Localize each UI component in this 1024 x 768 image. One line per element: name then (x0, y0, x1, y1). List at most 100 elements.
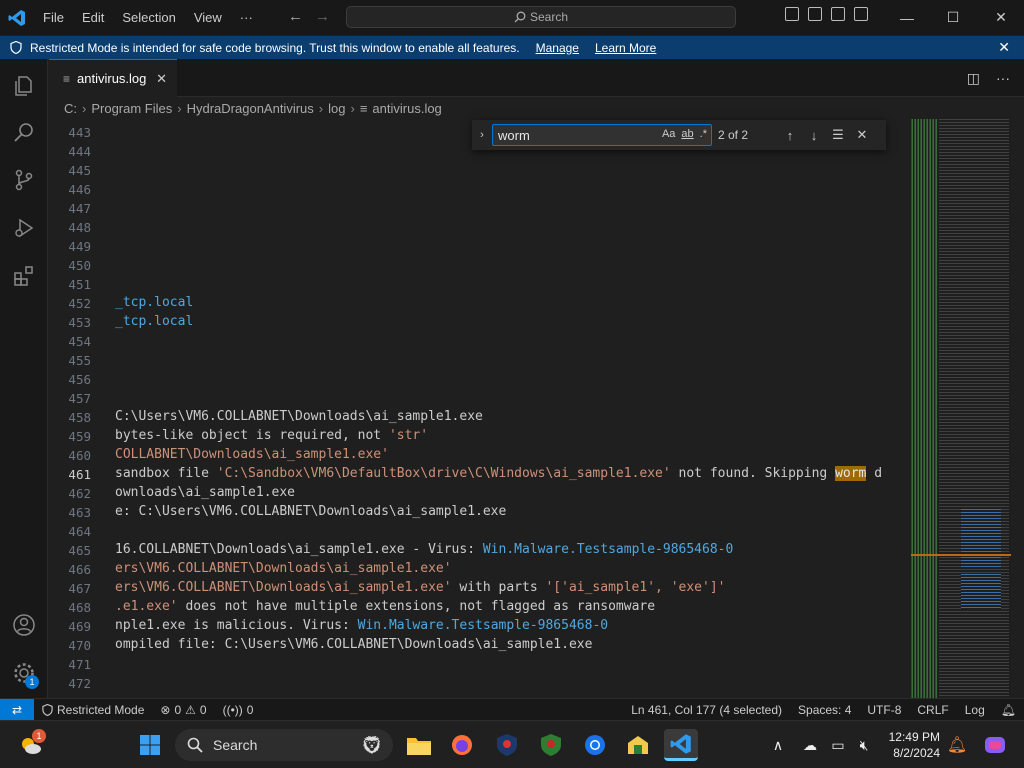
back-arrow-icon[interactable]: ← (288, 8, 303, 25)
more-actions-icon[interactable]: ··· (996, 70, 1010, 87)
breadcrumb-log[interactable]: log (328, 101, 345, 116)
toggle-replace-chevron-icon[interactable]: › (472, 129, 492, 141)
search-icon[interactable] (11, 119, 37, 145)
show-hidden-icons-chevron-icon[interactable]: ∧ (766, 729, 790, 761)
breadcrumb-hydradragon[interactable]: HydraDragonAntivirus (187, 101, 314, 116)
system-clock[interactable]: 12:49 PM 8/2/2024 (880, 729, 940, 761)
source-control-icon[interactable] (11, 167, 37, 193)
editor-text-area[interactable]: 443 444 445 446 447 448 449 450 451 452 … (49, 119, 911, 698)
explorer-icon[interactable] (11, 73, 37, 99)
virus-name: Win.Malware.Testsample-9865468-0 (482, 542, 734, 557)
maximize-button[interactable]: ☐ (930, 0, 976, 35)
sandboxie-icon[interactable] (621, 729, 655, 761)
title-bar: File Edit Selection View ··· ← → Search … (0, 0, 1024, 35)
close-find-icon[interactable]: ✕ (850, 127, 874, 143)
split-editor-icon[interactable]: ◫ (967, 70, 980, 87)
vertical-scrollbar[interactable] (1011, 119, 1024, 698)
log-file-icon: ≡ (359, 100, 368, 116)
search-placeholder: Search (529, 10, 569, 24)
navigation-controls: ← → (288, 8, 330, 25)
match-whole-word-icon[interactable]: ab (681, 128, 693, 140)
customize-layout-icon[interactable] (854, 7, 868, 21)
antivirus-app-icon[interactable] (534, 729, 568, 761)
close-icon[interactable]: ✕ (998, 39, 1010, 56)
tab-actions: ◫ ··· (967, 70, 1010, 87)
language-mode[interactable]: Log (957, 699, 993, 721)
close-window-button[interactable]: ✕ (978, 0, 1024, 35)
restricted-mode-label: Restricted Mode (57, 702, 145, 717)
code-line-463: e: C:\Users\VM6.COLLABNET\Downloads\ai_s… (115, 504, 507, 519)
cursor-position[interactable]: Ln 461, Col 177 (4 selected) (623, 699, 790, 721)
network-offline-icon[interactable]: ☁︎ (798, 729, 822, 761)
start-windows-icon[interactable] (133, 729, 167, 761)
code-text: nple1.exe is malicious. Virus: (115, 618, 358, 633)
vscode-logo-icon (0, 0, 34, 35)
volume-mute-icon[interactable]: 🔇︎ (852, 729, 876, 761)
extensions-icon[interactable] (11, 263, 37, 289)
line-number: 457 (68, 391, 91, 406)
previous-match-icon[interactable]: ↑ (778, 128, 802, 143)
network-icon[interactable]: ▭ (826, 729, 850, 761)
forward-arrow-icon[interactable]: → (315, 8, 330, 25)
encoding[interactable]: UTF-8 (859, 699, 909, 721)
file-explorer-icon[interactable] (402, 729, 436, 761)
vscode-taskbar-icon[interactable] (664, 729, 698, 761)
line-number: 465 (68, 543, 91, 558)
copilot-icon[interactable] (978, 729, 1012, 761)
tab-close-icon[interactable]: ✕ (156, 71, 167, 87)
code-line-466: ers\VM6.COLLABNET\Downloads\ai_sample1.e… (115, 561, 452, 576)
taskbar-search[interactable]: Search 🦁︎ (175, 729, 393, 761)
menu-file[interactable]: File (34, 0, 73, 35)
remote-indicator-icon[interactable]: ⇄ (0, 698, 34, 721)
use-regex-icon[interactable]: .* (700, 128, 707, 140)
problems-status[interactable]: ⊗ 0 ⚠ 0 (152, 699, 214, 721)
menu-selection[interactable]: Selection (113, 0, 184, 35)
notification-bell-icon[interactable]: 🔔︎ (945, 729, 969, 761)
line-number: 453 (68, 315, 91, 330)
toggle-panel-icon[interactable] (808, 7, 822, 21)
accounts-icon[interactable] (11, 612, 37, 638)
chrome-icon[interactable] (578, 729, 612, 761)
ports-status[interactable]: ((•)) 0 (215, 699, 262, 721)
toggle-secondary-sidebar-icon[interactable] (831, 7, 845, 21)
find-input[interactable]: worm Aa ab .* (492, 124, 712, 146)
line-number: 467 (68, 581, 91, 596)
line-number: 472 (68, 676, 91, 691)
manage-link[interactable]: Manage (536, 41, 579, 55)
menu-more[interactable]: ··· (231, 0, 262, 35)
shield-icon (10, 41, 22, 54)
menu-edit[interactable]: Edit (73, 0, 113, 35)
breadcrumb-drive[interactable]: C: (64, 101, 77, 116)
minimap-current-line (911, 554, 1024, 556)
notifications-bell-icon[interactable]: 🔔︎ (993, 699, 1024, 721)
code-text: not found. Skipping (670, 466, 836, 481)
line-number: 456 (68, 372, 91, 387)
code-text: sandbox file (115, 466, 217, 481)
code-line-462: ownloads\ai_sample1.exe (115, 485, 296, 500)
code-line-452: _tcp.local (115, 295, 194, 310)
broadcast-icon: ((•)) (222, 702, 243, 717)
restricted-mode-status[interactable]: Restricted Mode (34, 699, 152, 721)
menu-view[interactable]: View (185, 0, 231, 35)
indentation[interactable]: Spaces: 4 (790, 699, 859, 721)
minimize-button[interactable]: — (884, 0, 930, 35)
run-debug-icon[interactable] (11, 215, 37, 241)
toggle-primary-sidebar-icon[interactable] (785, 7, 799, 21)
match-case-icon[interactable]: Aa (662, 128, 675, 140)
hydradragon-antivirus-icon[interactable] (490, 729, 524, 761)
code-line-458: C:\Users\VM6.COLLABNET\Downloads\ai_samp… (115, 409, 483, 424)
breadcrumb-program-files[interactable]: Program Files (91, 101, 172, 116)
next-match-icon[interactable]: ↓ (802, 128, 826, 143)
learn-more-link[interactable]: Learn More (595, 41, 656, 55)
minimap-text (939, 119, 1009, 698)
line-number: 448 (68, 220, 91, 235)
minimap[interactable] (911, 119, 1024, 698)
firefox-icon[interactable] (445, 729, 479, 761)
end-of-line[interactable]: CRLF (909, 699, 956, 721)
breadcrumb-file[interactable]: antivirus.log (372, 101, 441, 116)
find-query: worm (498, 127, 530, 143)
code-string: 'str' (388, 428, 429, 443)
find-in-selection-icon[interactable]: ☰ (826, 127, 850, 143)
tab-antivirus-log[interactable]: ≡ antivirus.log ✕ (49, 59, 177, 97)
command-center-search[interactable]: Search (346, 6, 736, 28)
